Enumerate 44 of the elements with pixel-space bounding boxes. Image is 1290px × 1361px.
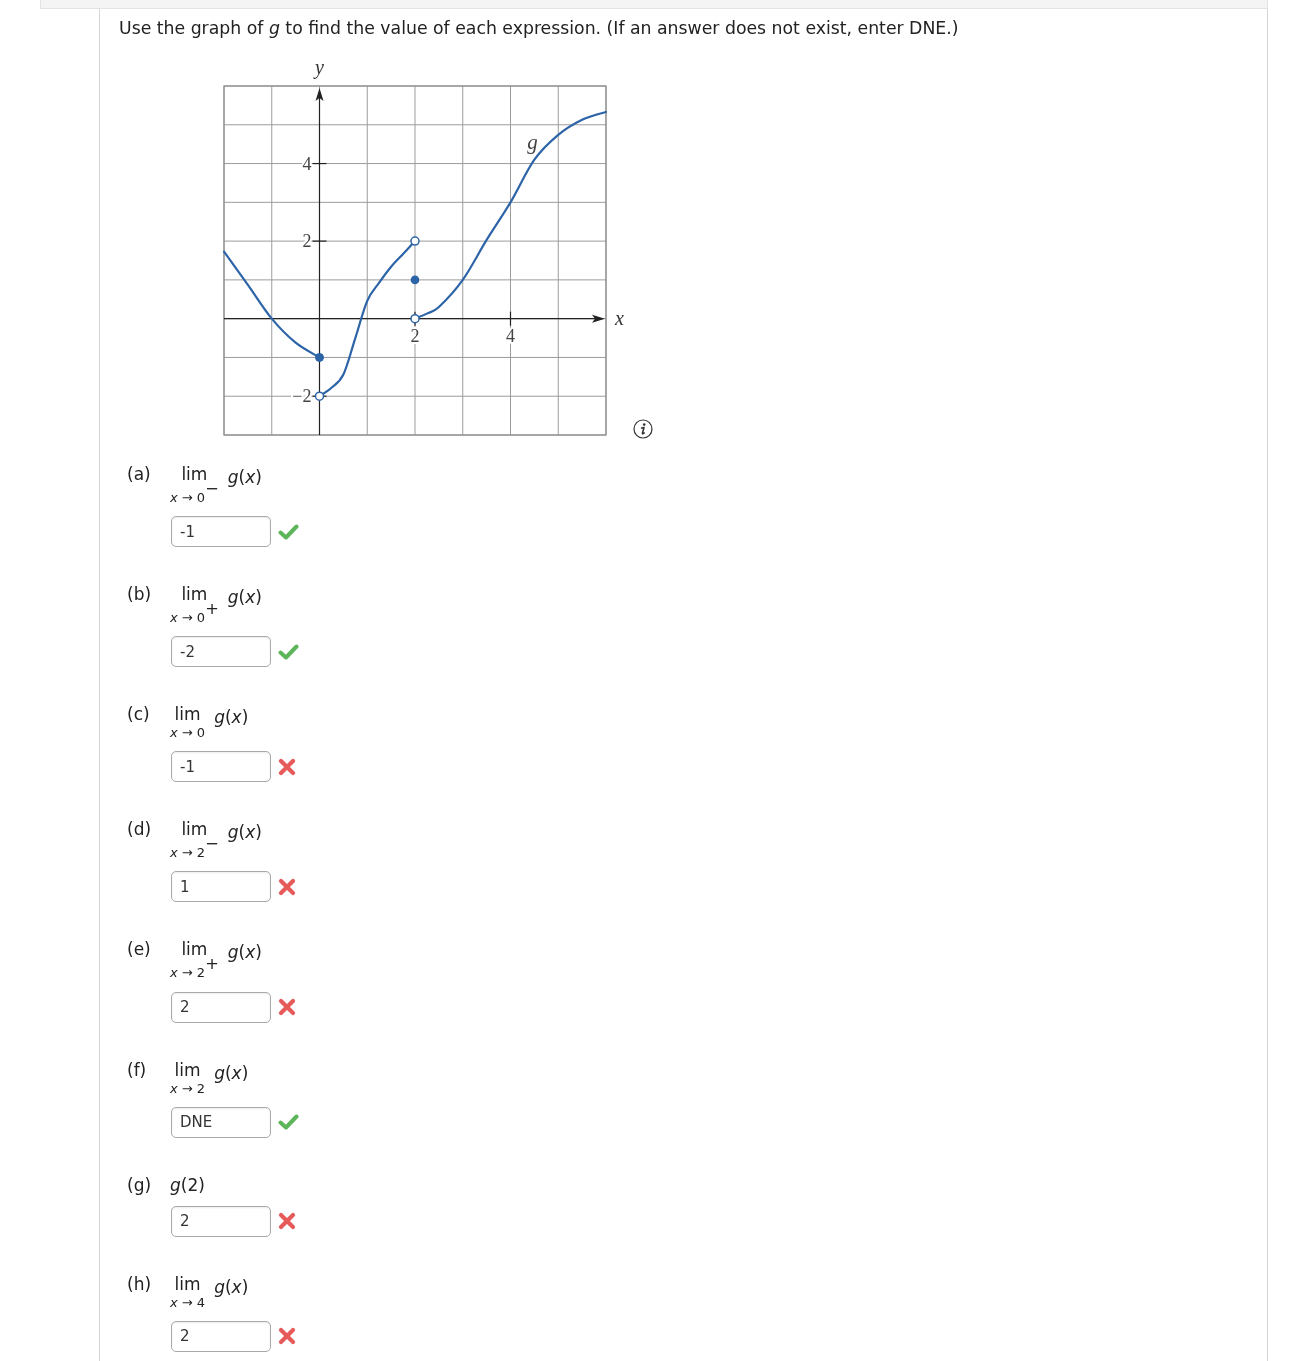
curve-label: g <box>527 129 538 154</box>
part-label: (b) <box>127 583 153 606</box>
axis-label: x <box>615 306 624 329</box>
function-expression: g(x) <box>227 466 262 488</box>
function-expression: g(2) <box>170 1173 205 1196</box>
answer-field[interactable]: -1 <box>171 751 271 783</box>
limit-operator: lim <box>181 583 208 605</box>
tick-label: 2 <box>302 231 312 252</box>
answer-field[interactable]: -1 <box>171 516 271 548</box>
limit-operator: lim <box>174 1058 201 1081</box>
limit-subscript: x → 2 <box>170 1080 206 1097</box>
function-expression: g(x) <box>214 1061 249 1084</box>
limit-operator: lim <box>181 818 208 841</box>
limit-subscript: x → 0 <box>170 725 206 742</box>
limit-subscript: x → 4 <box>170 1294 206 1311</box>
part-label: (e) <box>127 938 152 961</box>
function-expression: g(x) <box>227 821 262 844</box>
limit-operator: lim <box>174 1272 201 1295</box>
tick-label: 4 <box>506 325 515 346</box>
answer-field[interactable]: 2 <box>171 1205 271 1237</box>
part-label: (f) <box>127 1058 148 1081</box>
function-expression: g(x) <box>227 941 262 964</box>
instruction-text: Use the graph of g to find the value of each expression. (If an answer does not exist, enter DNE.) <box>119 18 960 38</box>
part-label: (h) <box>127 1272 153 1295</box>
part-label: (d) <box>127 818 153 841</box>
limit-operator: lim <box>181 463 208 485</box>
axis-label: y <box>315 56 324 78</box>
function-expression: g(x) <box>214 706 249 729</box>
answer-field[interactable]: 1 <box>171 871 271 903</box>
tick-label: 4 <box>302 153 312 174</box>
answer-field[interactable]: 2 <box>171 991 271 1023</box>
function-expression: g(x) <box>227 586 262 609</box>
part-label: (g) <box>127 1173 153 1196</box>
answer-field[interactable]: -2 <box>171 636 271 668</box>
function-expression: g(x) <box>214 1275 249 1298</box>
tick-label: −2 <box>292 386 312 407</box>
limit-operator: lim <box>174 703 201 726</box>
part-label: (c) <box>127 703 151 726</box>
info-icon[interactable] <box>633 419 653 439</box>
limit-operator: lim <box>181 938 208 960</box>
answer-field[interactable]: 2 <box>171 1320 271 1352</box>
part-label: (a) <box>127 463 152 485</box>
tick-label: 2 <box>410 325 420 346</box>
answer-field[interactable]: DNE <box>171 1106 271 1138</box>
